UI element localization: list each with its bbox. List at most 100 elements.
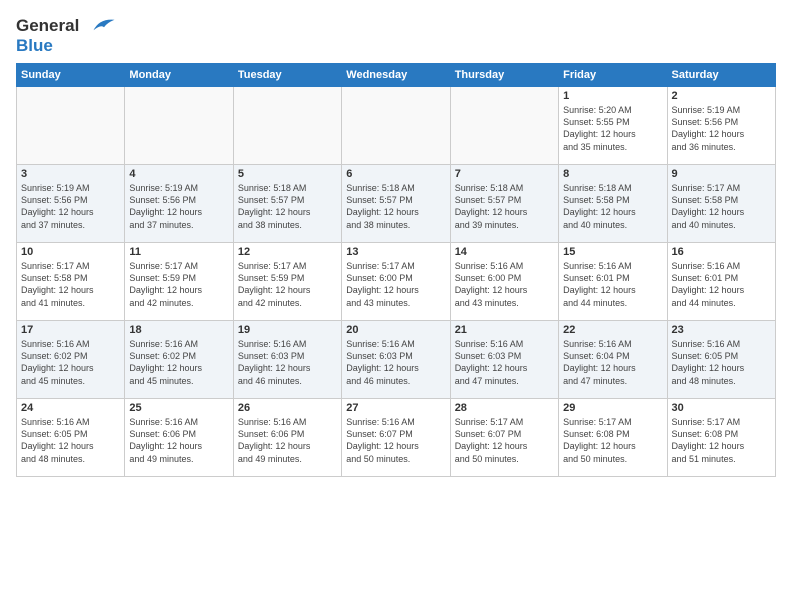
calendar-cell: 28Sunrise: 5:17 AMSunset: 6:07 PMDayligh… — [450, 399, 558, 477]
calendar-cell: 9 Sunrise: 5:17 AMSunset: 5:58 PMDaylight… — [667, 165, 775, 243]
calendar-week-row: 3 Sunrise: 5:19 AMSunset: 5:56 PMDaylight… — [17, 165, 776, 243]
day-number: 21 — [455, 324, 554, 336]
calendar-cell: 26Sunrise: 5:16 AMSunset: 6:06 PMDayligh… — [233, 399, 341, 477]
calendar-cell: 20 Sunrise: 5:16 AMSunset: 6:03 PMDayligh… — [342, 321, 450, 399]
day-info: Sunrise: 5:17 AMSunset: 5:59 PMDaylight:… — [129, 260, 228, 309]
calendar-cell: 24 Sunrise: 5:16 AMSunset: 6:05 PMDayligh… — [17, 399, 125, 477]
calendar-cell: 19 Sunrise: 5:16 AMSunset: 6:03 PMDayligh… — [233, 321, 341, 399]
weekday-header: Thursday — [450, 64, 558, 87]
day-number: 3 — [21, 168, 120, 180]
day-info: Sunrise: 5:18 AMSunset: 5:57 PMDaylight:… — [346, 182, 445, 231]
day-number: 25 — [129, 402, 228, 414]
day-info: Sunrise: 5:17 AMSunset: 5:59 PMDaylight:… — [238, 260, 337, 309]
calendar-cell: 16 Sunrise: 5:16 AMSunset: 6:01 PMDayligh… — [667, 243, 775, 321]
day-number: 16 — [672, 246, 771, 258]
day-info: Sunrise: 5:17 AMSunset: 5:58 PMDaylight:… — [672, 182, 771, 231]
calendar-week-row: 1 Sunrise: 5:20 AMSunset: 5:55 PMDaylight… — [17, 87, 776, 165]
calendar-cell: 22 Sunrise: 5:16 AMSunset: 6:04 PMDayligh… — [559, 321, 667, 399]
day-number: 22 — [563, 324, 662, 336]
calendar-cell: 23 Sunrise: 5:16 AMSunset: 6:05 PMDayligh… — [667, 321, 775, 399]
day-info: Sunrise: 5:16 AMSunset: 6:03 PMDaylight:… — [455, 338, 554, 387]
day-info: Sunrise: 5:19 AMSunset: 5:56 PMDaylight:… — [21, 182, 120, 231]
calendar-cell: 1 Sunrise: 5:20 AMSunset: 5:55 PMDaylight… — [559, 87, 667, 165]
calendar-table: SundayMondayTuesdayWednesdayThursdayFrid… — [16, 63, 776, 477]
day-info: Sunrise: 5:16 AMSunset: 6:01 PMDaylight:… — [672, 260, 771, 309]
day-info: Sunrise: 5:16 AMSunset: 6:02 PMDaylight:… — [21, 338, 120, 387]
calendar-cell: 15 Sunrise: 5:16 AMSunset: 6:01 PMDayligh… — [559, 243, 667, 321]
calendar-cell: 10 Sunrise: 5:17 AMSunset: 5:58 PMDayligh… — [17, 243, 125, 321]
day-info: Sunrise: 5:16 AMSunset: 6:00 PMDaylight:… — [455, 260, 554, 309]
day-info: Sunrise: 5:17 AMSunset: 6:08 PMDaylight:… — [672, 416, 771, 465]
day-number: 28 — [455, 402, 554, 414]
weekday-header: Friday — [559, 64, 667, 87]
weekday-header: Saturday — [667, 64, 775, 87]
day-number: 19 — [238, 324, 337, 336]
day-number: 27 — [346, 402, 445, 414]
calendar-cell: 5 Sunrise: 5:18 AMSunset: 5:57 PMDaylight… — [233, 165, 341, 243]
calendar-cell: 17 Sunrise: 5:16 AMSunset: 6:02 PMDayligh… — [17, 321, 125, 399]
calendar-cell: 2 Sunrise: 5:19 AMSunset: 5:56 PMDaylight… — [667, 87, 775, 165]
calendar-cell: 6 Sunrise: 5:18 AMSunset: 5:57 PMDaylight… — [342, 165, 450, 243]
day-number: 8 — [563, 168, 662, 180]
day-number: 2 — [672, 90, 771, 102]
day-number: 9 — [672, 168, 771, 180]
day-info: Sunrise: 5:16 AMSunset: 6:07 PMDaylight:… — [346, 416, 445, 465]
day-number: 17 — [21, 324, 120, 336]
logo-line2: Blue — [16, 36, 116, 56]
calendar-cell: 14 Sunrise: 5:16 AMSunset: 6:00 PMDayligh… — [450, 243, 558, 321]
day-number: 6 — [346, 168, 445, 180]
calendar-cell — [17, 87, 125, 165]
day-info: Sunrise: 5:16 AMSunset: 6:03 PMDaylight:… — [346, 338, 445, 387]
day-number: 14 — [455, 246, 554, 258]
day-info: Sunrise: 5:16 AMSunset: 6:06 PMDaylight:… — [129, 416, 228, 465]
logo: General Blue — [16, 16, 116, 55]
day-info: Sunrise: 5:18 AMSunset: 5:57 PMDaylight:… — [238, 182, 337, 231]
calendar-cell: 29Sunrise: 5:17 AMSunset: 6:08 PMDayligh… — [559, 399, 667, 477]
day-number: 24 — [21, 402, 120, 414]
calendar-cell: 25 Sunrise: 5:16 AMSunset: 6:06 PMDayligh… — [125, 399, 233, 477]
calendar-cell — [233, 87, 341, 165]
day-info: Sunrise: 5:16 AMSunset: 6:05 PMDaylight:… — [21, 416, 120, 465]
calendar-cell: 13 Sunrise: 5:17 AMSunset: 6:00 PMDayligh… — [342, 243, 450, 321]
calendar-cell: 30 Sunrise: 5:17 AMSunset: 6:08 PMDayligh… — [667, 399, 775, 477]
calendar-cell: 7Sunrise: 5:18 AMSunset: 5:57 PMDaylight… — [450, 165, 558, 243]
day-info: Sunrise: 5:20 AMSunset: 5:55 PMDaylight:… — [563, 104, 662, 153]
calendar-week-row: 24 Sunrise: 5:16 AMSunset: 6:05 PMDayligh… — [17, 399, 776, 477]
calendar-cell: 21 Sunrise: 5:16 AMSunset: 6:03 PMDayligh… — [450, 321, 558, 399]
day-number: 30 — [672, 402, 771, 414]
weekday-header: Monday — [125, 64, 233, 87]
day-info: Sunrise: 5:18 AMSunset: 5:58 PMDaylight:… — [563, 182, 662, 231]
day-number: 5 — [238, 168, 337, 180]
day-number: 18 — [129, 324, 228, 336]
day-info: Sunrise: 5:17 AMSunset: 6:08 PMDaylight:… — [563, 416, 662, 465]
day-info: Sunrise: 5:19 AMSunset: 5:56 PMDaylight:… — [672, 104, 771, 153]
page-header: General Blue — [16, 16, 776, 55]
day-info: Sunrise: 5:16 AMSunset: 6:05 PMDaylight:… — [672, 338, 771, 387]
day-number: 20 — [346, 324, 445, 336]
day-number: 1 — [563, 90, 662, 102]
calendar-cell: 4Sunrise: 5:19 AMSunset: 5:56 PMDaylight… — [125, 165, 233, 243]
day-info: Sunrise: 5:16 AMSunset: 6:01 PMDaylight:… — [563, 260, 662, 309]
calendar-cell — [125, 87, 233, 165]
day-number: 10 — [21, 246, 120, 258]
calendar-cell — [342, 87, 450, 165]
calendar-cell: 27 Sunrise: 5:16 AMSunset: 6:07 PMDayligh… — [342, 399, 450, 477]
day-info: Sunrise: 5:16 AMSunset: 6:04 PMDaylight:… — [563, 338, 662, 387]
day-number: 11 — [129, 246, 228, 258]
calendar-cell — [450, 87, 558, 165]
calendar-week-row: 10 Sunrise: 5:17 AMSunset: 5:58 PMDayligh… — [17, 243, 776, 321]
calendar-week-row: 17 Sunrise: 5:16 AMSunset: 6:02 PMDayligh… — [17, 321, 776, 399]
day-number: 23 — [672, 324, 771, 336]
calendar-cell: 11 Sunrise: 5:17 AMSunset: 5:59 PMDayligh… — [125, 243, 233, 321]
calendar-header-row: SundayMondayTuesdayWednesdayThursdayFrid… — [17, 64, 776, 87]
day-number: 15 — [563, 246, 662, 258]
day-info: Sunrise: 5:16 AMSunset: 6:03 PMDaylight:… — [238, 338, 337, 387]
calendar-cell: 8 Sunrise: 5:18 AMSunset: 5:58 PMDaylight… — [559, 165, 667, 243]
day-number: 26 — [238, 402, 337, 414]
day-number: 4 — [129, 168, 228, 180]
day-number: 13 — [346, 246, 445, 258]
day-info: Sunrise: 5:18 AMSunset: 5:57 PMDaylight:… — [455, 182, 554, 231]
logo-line1: General — [16, 16, 116, 36]
day-info: Sunrise: 5:17 AMSunset: 5:58 PMDaylight:… — [21, 260, 120, 309]
day-info: Sunrise: 5:17 AMSunset: 6:00 PMDaylight:… — [346, 260, 445, 309]
